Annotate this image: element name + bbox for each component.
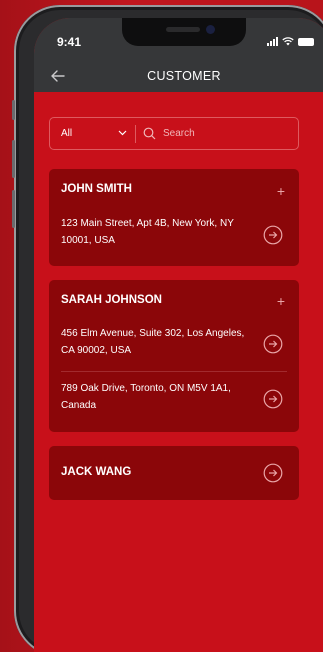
phone-frame: 9:41 CUSTOMER All Search JOHN SMITH + 12… xyxy=(12,5,323,652)
customer-card: SARAH JOHNSON + 456 Elm Avenue, Suite 30… xyxy=(49,280,299,432)
app-header: 9:41 CUSTOMER xyxy=(34,18,323,92)
plus-icon[interactable]: + xyxy=(277,184,285,198)
search-icon xyxy=(143,127,156,140)
battery-icon xyxy=(298,38,314,46)
screen: 9:41 CUSTOMER All Search JOHN SMITH + 12… xyxy=(34,18,323,652)
status-time: 9:41 xyxy=(57,35,82,49)
filter-bar: All Search xyxy=(49,117,299,150)
camera xyxy=(206,25,215,34)
customer-name: SARAH JOHNSON xyxy=(61,294,162,306)
side-button xyxy=(12,100,15,120)
chevron-down-icon xyxy=(118,130,127,136)
side-button xyxy=(12,140,15,178)
address-text: 123 Main Street, Apt 4B, New York, NY 10… xyxy=(61,218,234,246)
search-placeholder: Search xyxy=(163,128,195,139)
customer-name: JOHN SMITH xyxy=(61,183,132,195)
circle-arrow-right-icon[interactable] xyxy=(263,463,283,483)
page-title: CUSTOMER xyxy=(147,69,221,83)
circle-arrow-right-icon[interactable] xyxy=(263,225,283,245)
speaker xyxy=(166,27,200,32)
circle-arrow-right-icon[interactable] xyxy=(263,389,283,409)
wifi-icon xyxy=(282,37,294,46)
customer-name: JACK WANG xyxy=(61,466,132,478)
search-input[interactable]: Search xyxy=(136,127,195,140)
plus-icon[interactable]: + xyxy=(277,294,285,308)
customer-card: JOHN SMITH + 123 Main Street, Apt 4B, Ne… xyxy=(49,169,299,266)
filter-dropdown[interactable]: All xyxy=(50,118,135,149)
signal-icon xyxy=(267,37,278,46)
address-text: 789 Oak Drive, Toronto, ON M5V 1A1, Cana… xyxy=(61,383,231,411)
address-text: 456 Elm Avenue, Suite 302, Los Angeles, … xyxy=(61,328,245,356)
filter-selected-value: All xyxy=(61,128,73,139)
address-divider xyxy=(61,371,287,372)
side-button xyxy=(12,190,15,228)
status-icons xyxy=(267,37,314,46)
notch xyxy=(122,18,246,46)
customer-card: JACK WANG xyxy=(49,446,299,500)
circle-arrow-right-icon[interactable] xyxy=(263,334,283,354)
